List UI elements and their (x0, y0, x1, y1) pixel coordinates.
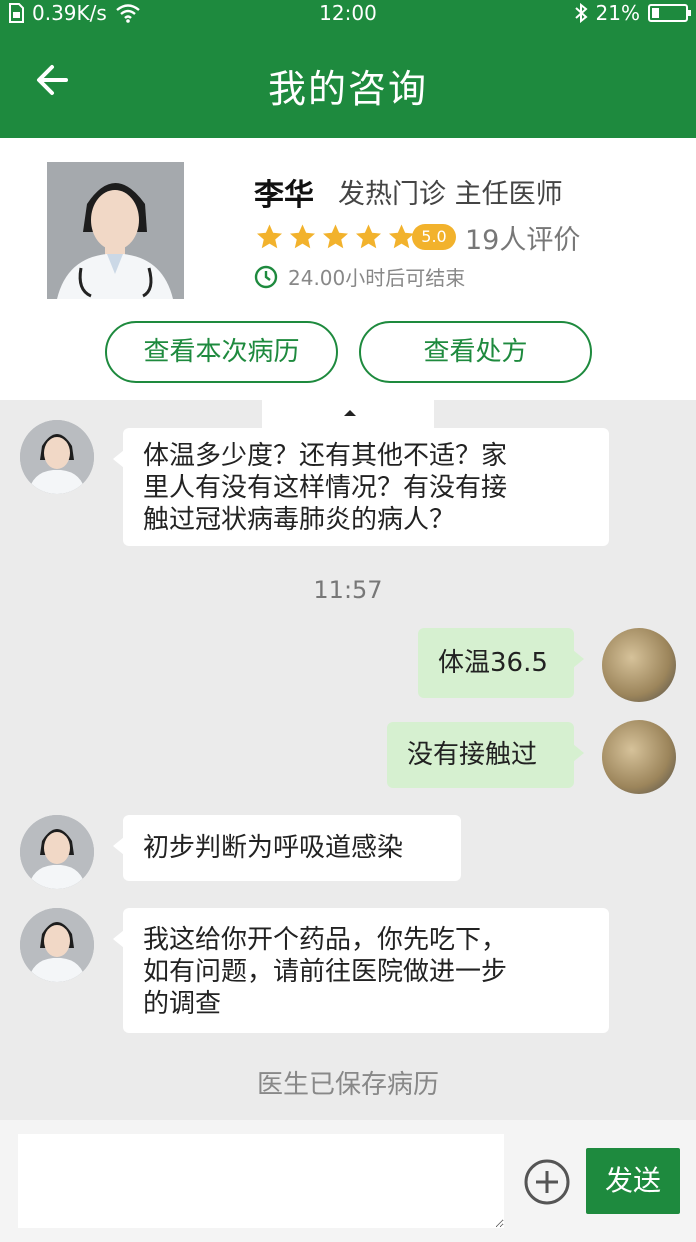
status-right: 21% (574, 1, 691, 25)
chat-timestamp: 11:57 (313, 576, 383, 604)
status-bar: 0.39K/s 12:00 21% (0, 0, 696, 28)
add-attachment-icon[interactable] (523, 1158, 571, 1206)
card-tab-notch (262, 400, 434, 428)
message-line: 触过冠状病毒肺炎的病人？ (143, 505, 456, 535)
doctor-message-bubble: 体温多少度？还有其他不适？家 里人有没有这样情况？有没有接 触过冠状病毒肺炎的病… (113, 428, 609, 546)
doctor-department-title: 发热门诊 主任医师 (338, 179, 563, 210)
star-icon (290, 224, 315, 249)
send-button[interactable]: 发送 (586, 1148, 680, 1214)
app-header: 我的咨询 (0, 28, 696, 138)
star-icon (257, 224, 282, 249)
time-remaining: 24.00小时后可结束 (288, 266, 466, 290)
consultation-timer: 24.00小时后可结束 (254, 262, 465, 291)
doctor-message-bubble: 初步判断为呼吸道感染 (113, 815, 461, 881)
message-line: 里人有没有这样情况？有没有接 (143, 473, 508, 503)
doctor-avatar[interactable] (20, 815, 94, 889)
doctor-avatar[interactable] (20, 420, 94, 494)
battery-icon (648, 4, 691, 22)
rating-stars (254, 222, 417, 252)
caret-up-icon (344, 410, 356, 416)
review-count: 19人评价 (465, 225, 581, 256)
message-input-bar: 发送 (0, 1120, 696, 1242)
message-line: 如有问题，请前往医院做进一步 (143, 957, 508, 987)
user-message-bubble: 体温36.5 (418, 628, 584, 698)
user-message-bubble: 没有接触过 (387, 722, 584, 788)
view-medical-record-button[interactable]: 查看本次病历 (105, 321, 338, 383)
message-input[interactable] (18, 1134, 504, 1228)
clock-icon (254, 265, 278, 288)
doctor-card: 李华 发热门诊 主任医师 5.0 19人评价 24.00小时后可结束 查看本次病… (0, 138, 696, 400)
star-icon (323, 224, 348, 249)
doctor-avatar[interactable] (20, 908, 94, 982)
view-prescription-button[interactable]: 查看处方 (359, 321, 592, 383)
battery-percent: 21% (595, 1, 640, 25)
message-line: 的调查 (143, 989, 222, 1019)
doctor-message-bubble: 我这给你开个药品，你先吃下， 如有问题，请前往医院做进一步 的调查 (113, 908, 609, 1033)
rating-score-badge: 5.0 (412, 224, 456, 250)
star-icon (356, 224, 381, 249)
doctor-photo (47, 162, 184, 299)
message-line: 体温多少度？还有其他不适？家 (143, 441, 508, 471)
bluetooth-icon (574, 3, 588, 23)
page-title: 我的咨询 (267, 67, 428, 111)
message-line: 我这给你开个药品，你先吃下， (143, 925, 508, 955)
user-avatar[interactable] (602, 628, 676, 702)
system-note-record-saved: 医生已保存病历 (256, 1070, 439, 1100)
doctor-name: 李华 (254, 178, 314, 213)
user-avatar[interactable] (602, 720, 676, 794)
